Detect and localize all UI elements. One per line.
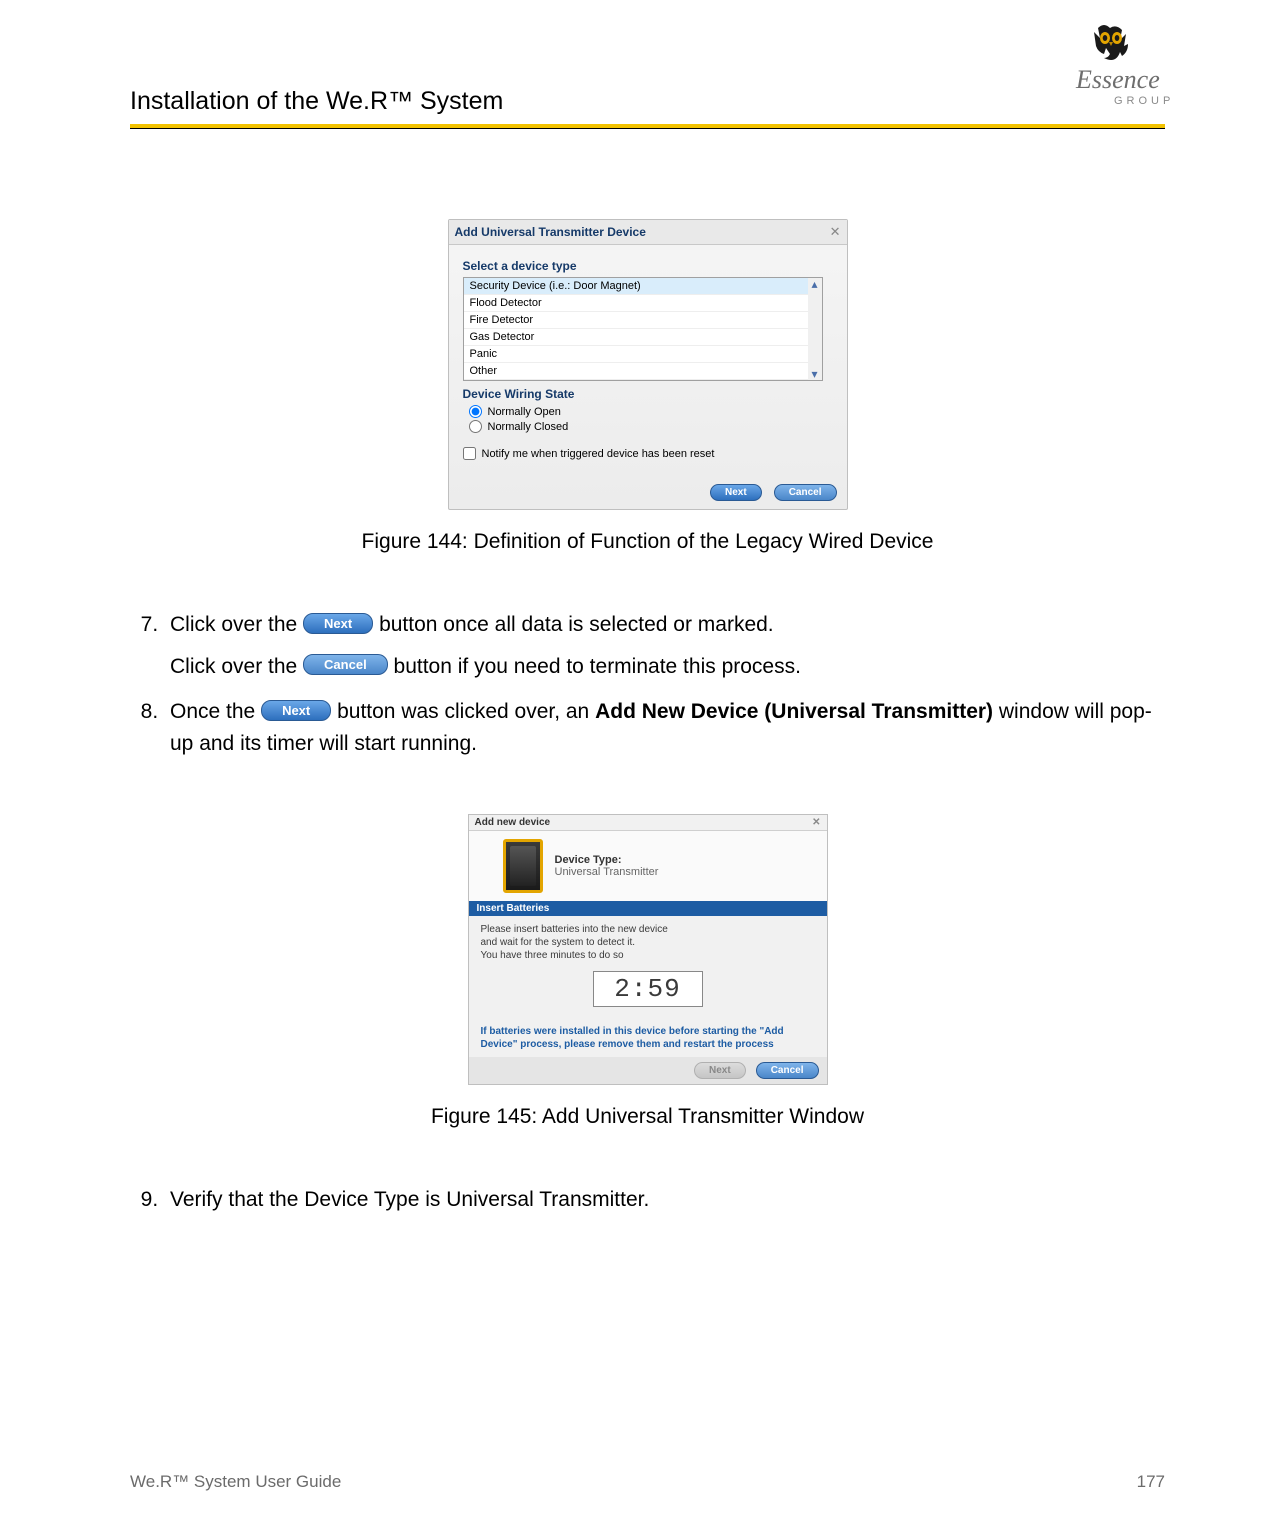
step-text: button once all data is selected or mark…: [379, 613, 774, 636]
figure-144-caption: Figure 144: Definition of Function of th…: [130, 530, 1165, 554]
list-item[interactable]: Panic: [464, 346, 822, 363]
dialog-titlebar: Add new device ✕: [469, 815, 827, 831]
device-type-listbox[interactable]: Security Device (i.e.: Door Magnet) Floo…: [463, 277, 823, 381]
add-new-device-dialog: Add new device ✕ Device Type: Universal …: [468, 814, 828, 1085]
dialog-title: Add new device: [475, 817, 551, 828]
list-item[interactable]: Gas Detector: [464, 329, 822, 346]
dialog-titlebar: Add Universal Transmitter Device ✕: [449, 220, 847, 245]
step-text: Once the: [170, 700, 261, 723]
list-item[interactable]: Flood Detector: [464, 295, 822, 312]
cancel-button-inline: Cancel: [303, 654, 388, 675]
device-type-value: Universal Transmitter: [555, 866, 659, 878]
instruction-list: Click over the Next button once all data…: [130, 609, 1165, 759]
radio-label: Normally Closed: [488, 421, 569, 433]
list-item[interactable]: Other: [464, 363, 822, 380]
radio-normally-open[interactable]: Normally Open: [469, 405, 843, 418]
step-text: Verify that the Device Type is Universal…: [170, 1188, 649, 1211]
device-thumbnail-icon: [503, 839, 543, 893]
step-text: Click over the: [170, 613, 303, 636]
radio-input[interactable]: [469, 420, 482, 433]
countdown-timer: 2:59: [593, 971, 703, 1007]
cancel-button[interactable]: Cancel: [774, 484, 837, 501]
instruction-line: You have three minutes to do so: [481, 950, 815, 961]
dialog-body: Please insert batteries into the new dev…: [469, 916, 827, 1025]
step-text: button if you need to terminate this pro…: [394, 655, 801, 678]
instruction-list: Verify that the Device Type is Universal…: [130, 1184, 1165, 1216]
step-7: Click over the Next button once all data…: [164, 609, 1165, 682]
next-button-inline: Next: [261, 700, 331, 721]
close-icon[interactable]: ✕: [812, 817, 820, 828]
list-item[interactable]: Fire Detector: [464, 312, 822, 329]
step-bar-insert-batteries: Insert Batteries: [469, 901, 827, 916]
close-icon[interactable]: ✕: [830, 224, 841, 240]
next-button: Next: [694, 1062, 746, 1079]
next-button[interactable]: Next: [710, 484, 762, 501]
notify-checkbox[interactable]: [463, 447, 476, 460]
cancel-button[interactable]: Cancel: [756, 1062, 819, 1079]
svg-text:Essence: Essence: [1075, 65, 1160, 94]
chevron-down-icon[interactable]: ▾: [811, 368, 817, 380]
figure-145-caption: Figure 145: Add Universal Transmitter Wi…: [130, 1105, 1165, 1129]
bold-window-name: Add New Device (Universal Transmitter): [595, 700, 993, 723]
page-title: Installation of the We.R™ System: [130, 87, 503, 116]
page-footer: We.R™ System User Guide 177: [130, 1472, 1165, 1492]
next-button-inline: Next: [303, 613, 373, 634]
checkbox-label: Notify me when triggered device has been…: [482, 448, 715, 460]
wiring-state-label: Device Wiring State: [463, 387, 843, 401]
instruction-line: Please insert batteries into the new dev…: [481, 924, 815, 935]
select-device-type-label: Select a device type: [463, 259, 843, 273]
device-type-label: Device Type:: [555, 854, 659, 866]
radio-input[interactable]: [469, 405, 482, 418]
chevron-up-icon[interactable]: ▴: [811, 278, 817, 290]
dialog-title: Add Universal Transmitter Device: [455, 225, 646, 239]
step-9: Verify that the Device Type is Universal…: [164, 1184, 1165, 1216]
list-item[interactable]: Security Device (i.e.: Door Magnet): [464, 278, 822, 295]
footer-left: We.R™ System User Guide: [130, 1472, 341, 1492]
step-text: button was clicked over, an: [337, 700, 595, 723]
svg-text:GROUP: GROUP: [1114, 95, 1174, 107]
radio-label: Normally Open: [488, 406, 561, 418]
step-8: Once the Next button was clicked over, a…: [164, 696, 1165, 759]
page-header: Installation of the We.R™ System Essence…: [130, 40, 1165, 120]
add-transmitter-dialog: Add Universal Transmitter Device ✕ Selec…: [448, 219, 848, 510]
page-number: 177: [1137, 1472, 1165, 1492]
notify-checkbox-row[interactable]: Notify me when triggered device has been…: [463, 447, 843, 460]
listbox-scrollbar[interactable]: ▴ ▾: [808, 278, 822, 380]
instruction-line: and wait for the system to detect it.: [481, 937, 815, 948]
battery-warning-note: If batteries were installed in this devi…: [469, 1025, 827, 1057]
radio-normally-closed[interactable]: Normally Closed: [469, 420, 843, 433]
device-type-row: Device Type: Universal Transmitter: [469, 831, 827, 901]
step-text: Click over the: [170, 655, 303, 678]
brand-logo: Essence GROUP: [1070, 22, 1200, 112]
